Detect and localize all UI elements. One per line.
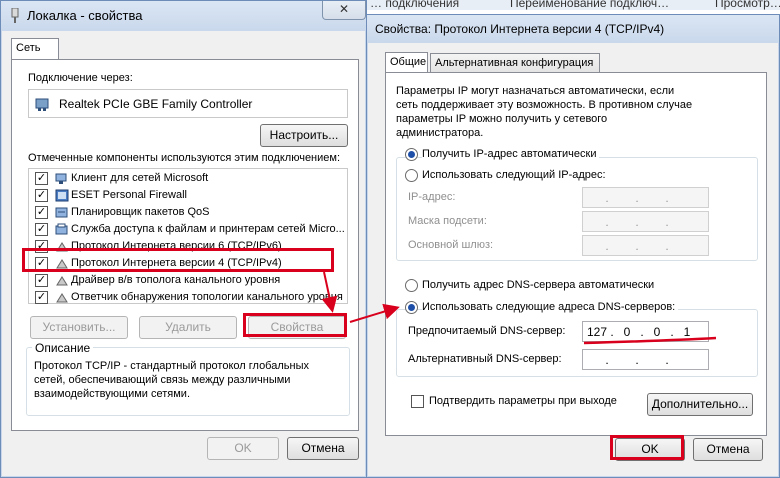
arrow-to-dns-settings	[349, 303, 400, 323]
annotation-arrows	[321, 271, 717, 345]
dns-underline	[583, 336, 717, 345]
arrow-to-properties	[321, 271, 338, 313]
